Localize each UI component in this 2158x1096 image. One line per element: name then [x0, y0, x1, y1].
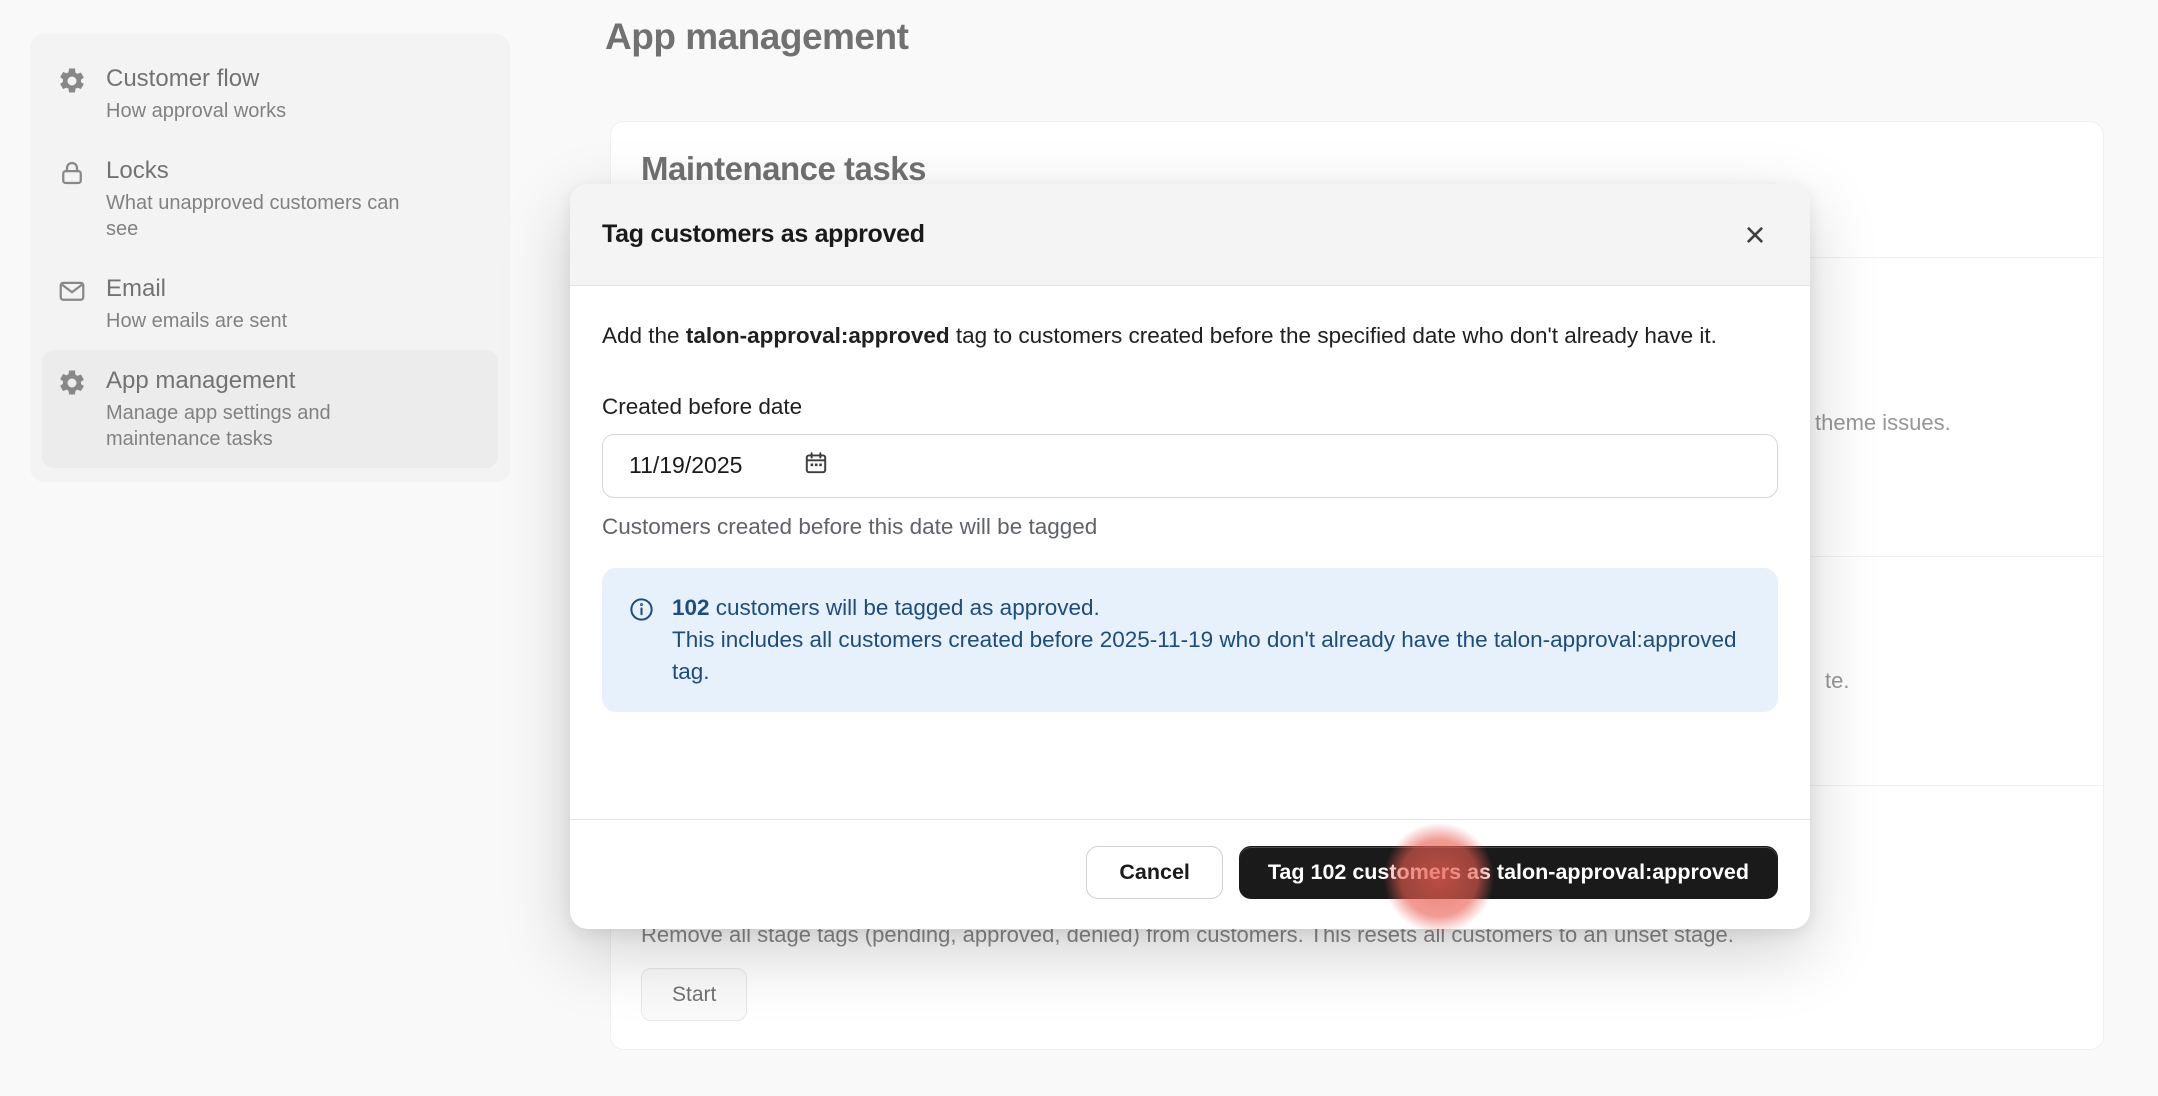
banner-line1: 102 customers will be tagged as approved…: [672, 592, 1752, 624]
close-icon[interactable]: ×: [1732, 212, 1778, 258]
date-input-value[interactable]: [629, 452, 781, 479]
modal-header: Tag customers as approved ×: [570, 184, 1810, 286]
modal-intro-text: Add the talon-approval:approved tag to c…: [602, 320, 1778, 352]
info-icon: [628, 596, 656, 623]
info-banner: 102 customers will be tagged as approved…: [602, 568, 1778, 712]
intro-suffix: tag to customers created before the spec…: [950, 323, 1717, 348]
banner-text: 102 customers will be tagged as approved…: [672, 592, 1752, 688]
modal-body: Add the talon-approval:approved tag to c…: [570, 286, 1810, 712]
date-helper-text: Customers created before this date will …: [602, 514, 1778, 540]
calendar-icon[interactable]: [803, 450, 829, 481]
banner-line2: This includes all customers created befo…: [672, 624, 1752, 688]
tag-customers-modal: Tag customers as approved × Add the talo…: [570, 184, 1810, 929]
created-before-date-input[interactable]: [602, 434, 1778, 498]
modal-title: Tag customers as approved: [602, 220, 925, 249]
date-field-label: Created before date: [602, 394, 1778, 420]
modal-footer: Cancel Tag 102 customers as talon-approv…: [570, 819, 1810, 929]
cancel-button[interactable]: Cancel: [1086, 846, 1223, 899]
intro-tag-name: talon-approval:approved: [686, 323, 950, 348]
customer-count: 102: [672, 595, 710, 620]
intro-prefix: Add the: [602, 323, 686, 348]
tag-customers-confirm-button[interactable]: Tag 102 customers as talon-approval:appr…: [1239, 846, 1778, 899]
